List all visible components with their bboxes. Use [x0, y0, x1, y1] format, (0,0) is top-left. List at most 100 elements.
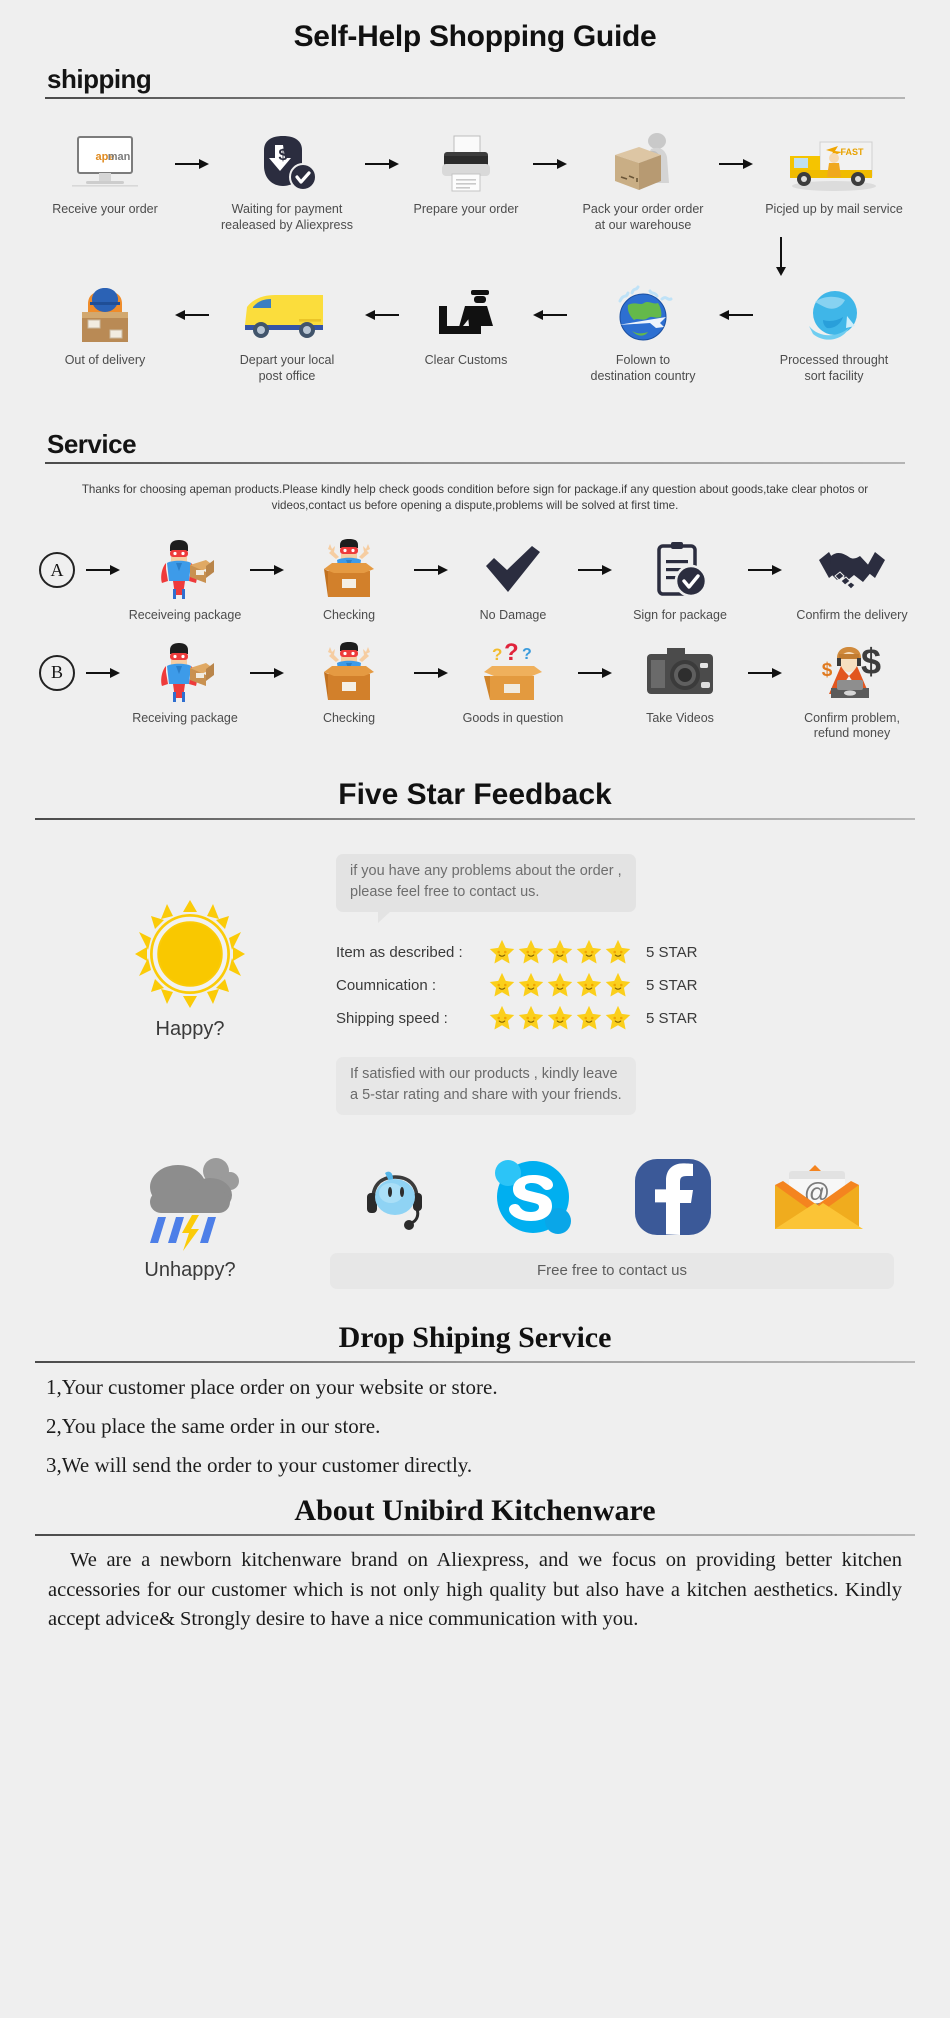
- arrow-right-icon: [742, 539, 788, 601]
- arrow-right-icon: [359, 133, 405, 195]
- blue-globe-icon: [803, 284, 865, 346]
- shipping-divider: [45, 97, 905, 99]
- star-rating: [488, 1004, 632, 1032]
- service-section-header: Service: [45, 429, 905, 464]
- star-icon: [576, 939, 602, 964]
- svg-text:?: ?: [492, 645, 502, 664]
- svg-text:FAST: FAST: [840, 147, 864, 157]
- service-divider: [45, 461, 905, 464]
- star-icon: [605, 939, 631, 964]
- happy-label: Happy?: [155, 1017, 225, 1040]
- service-badge-a: A: [34, 539, 80, 601]
- step-caption: Prepare your order: [413, 202, 519, 216]
- arrow-right-icon: [80, 539, 126, 601]
- arrow-right-icon: [527, 133, 573, 195]
- svg-text:$: $: [279, 147, 288, 164]
- step-caption: Checking: [322, 710, 376, 725]
- service-step-goods-in-question: ? ? ? Goods in question: [454, 642, 572, 727]
- arrow-right-icon: [408, 539, 454, 601]
- star-icon: [547, 1005, 573, 1030]
- star-icon: [547, 972, 573, 997]
- badge-letter: B: [39, 654, 75, 691]
- payment-dollar-check-icon: $: [256, 133, 318, 195]
- hero-in-box-icon: [318, 539, 380, 601]
- shipping-step-prepare-order: Prepare your order: [405, 133, 527, 218]
- shipping-step-picked-up: FAST Picjed up by mail service: [759, 133, 909, 218]
- step-caption: Receiving package: [132, 710, 238, 725]
- social-icons-row: @: [330, 1151, 900, 1239]
- arrow-left-icon: [359, 284, 405, 346]
- arrow-right-icon: [572, 642, 618, 704]
- badge-letter: A: [39, 552, 75, 589]
- step-caption: Receive your order: [52, 202, 158, 216]
- service-step-receiving-package-a: Receiveing package: [126, 539, 244, 624]
- rating-value: 5 STAR: [646, 976, 698, 994]
- step-caption: Waiting for payment realeased by Aliexpr…: [220, 202, 354, 232]
- arrow-right-icon: [169, 133, 215, 195]
- service-step-confirm-problem: $ $ Confirm problem, refund money: [788, 642, 916, 742]
- list-item: 2,You place the same order in our store.: [46, 1414, 381, 1439]
- star-icon: [547, 939, 573, 964]
- arrow-right-icon: [244, 539, 290, 601]
- step-caption: Confirm the delivery: [796, 608, 908, 623]
- dropshipping-section-header: Drop Shiping Service: [0, 1321, 950, 1364]
- order-problem-bubble: if you have any problems about the order…: [336, 853, 636, 924]
- rating-value: 5 STAR: [646, 943, 698, 961]
- feedback-section-header: Five Star Feedback: [0, 778, 950, 820]
- step-caption: Processed throught sort facility: [779, 353, 889, 383]
- star-rating: [488, 938, 632, 966]
- shipping-step-waiting-payment: $ Waiting for payment realeased by Aliex…: [215, 133, 359, 233]
- aliwangwang-icon[interactable]: [357, 1159, 435, 1235]
- contact-bar[interactable]: Free free to contact us: [330, 1253, 894, 1290]
- star-icon: [489, 972, 515, 997]
- star-icon: [605, 1005, 631, 1030]
- hero-holding-package-icon: [154, 539, 216, 601]
- step-caption: Sign for package: [633, 608, 727, 623]
- camera-icon: [645, 642, 715, 704]
- star-icon: [518, 972, 544, 997]
- step-caption: Out of delivery: [64, 353, 146, 368]
- shipping-step-pack-order: Pack your order order at our warehouse: [573, 133, 713, 233]
- packing-box-worker-icon: [607, 133, 679, 195]
- star-icon: [576, 1005, 602, 1030]
- globe-airplane-icon: [610, 284, 676, 346]
- sun-icon: [135, 899, 245, 1008]
- shipping-step-receive-order: ape man Receive your order: [41, 133, 169, 218]
- arrow-down-icon: [0, 237, 950, 282]
- rating-row: Item as described : 5 STAR: [336, 938, 900, 966]
- service-note: Thanks for choosing apeman products.Plea…: [81, 482, 869, 513]
- step-caption: Goods in question: [462, 710, 564, 725]
- rating-value: 5 STAR: [646, 1009, 698, 1027]
- checkmark-icon: [484, 539, 542, 601]
- storm-cloud-icon: [150, 1158, 239, 1252]
- svg-text:$: $: [822, 660, 833, 681]
- step-caption: No Damage: [479, 608, 547, 623]
- printer-icon: [438, 133, 494, 195]
- facebook-icon[interactable]: [630, 1155, 716, 1239]
- shipping-step-depart-post-office: Depart your local post office: [215, 284, 359, 384]
- email-icon[interactable]: @: [771, 1159, 863, 1235]
- dropshipping-heading: Drop Shiping Service: [338, 1321, 612, 1355]
- happy-indicator: Happy?: [50, 854, 330, 1041]
- step-caption: Folown to destination country: [590, 353, 696, 383]
- dropshipping-steps: 1,Your customer place order on your webs…: [46, 1377, 904, 1476]
- clipboard-check-icon: [651, 539, 709, 601]
- service-step-sign-package: Sign for package: [618, 539, 742, 624]
- about-divider: [35, 1534, 915, 1537]
- arrow-left-icon: [169, 284, 215, 346]
- skype-icon[interactable]: [490, 1155, 576, 1239]
- list-item: 1,Your customer place order on your webs…: [46, 1375, 498, 1400]
- shipping-flow-row-2: Out of delivery Depart your local post o…: [0, 284, 950, 384]
- about-heading: About Unibird Kitchenware: [294, 1494, 656, 1528]
- hero-in-box-icon: [318, 641, 380, 704]
- star-icon: [489, 939, 515, 964]
- customs-officer-icon: [435, 284, 497, 346]
- rating-label: Shipping speed :: [336, 1009, 448, 1027]
- list-item: 3,We will send the order to your custome…: [46, 1453, 473, 1478]
- step-caption: Pack your order order at our warehouse: [582, 202, 704, 232]
- svg-text:?: ?: [504, 642, 519, 666]
- handshake-icon: [817, 539, 887, 601]
- yellow-van-icon: [241, 284, 333, 346]
- arrow-left-icon: [527, 284, 573, 346]
- rating-label: Item as described :: [336, 943, 463, 961]
